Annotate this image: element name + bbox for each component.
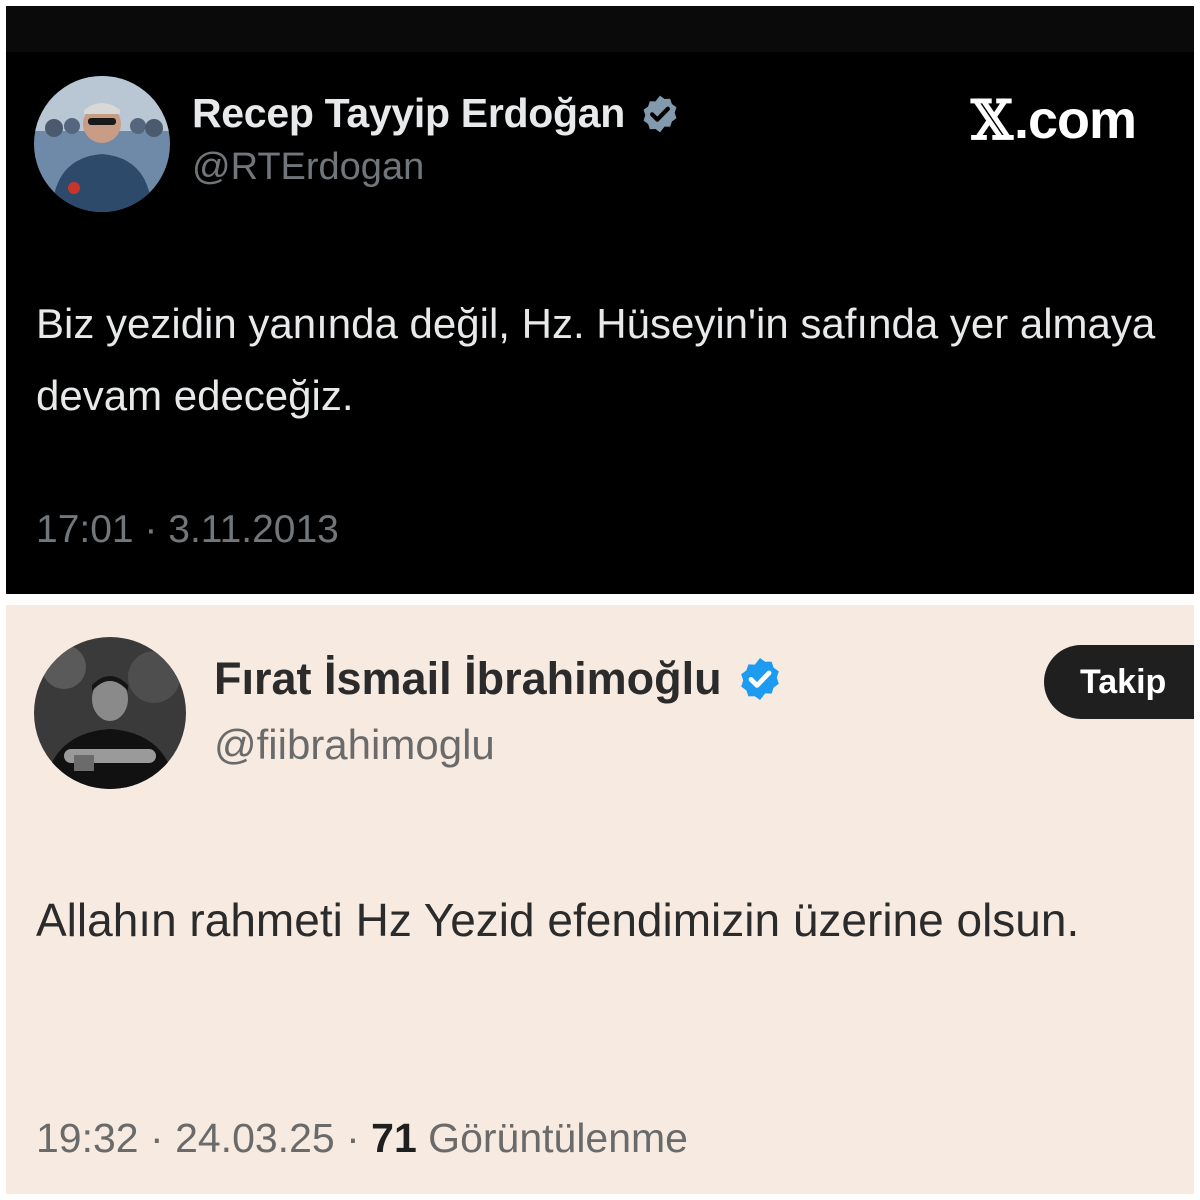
avatar[interactable] [34, 637, 186, 789]
tweet-timestamp[interactable]: 17:01 · 3.11.2013 [36, 508, 339, 552]
views-count: 71 [371, 1115, 417, 1161]
x-logo-icon: 𝕏 [971, 88, 1013, 152]
tweet-card-ibrahimoglu: Fırat İsmail İbrahimoğlu @fiibrahimoglu … [6, 605, 1194, 1194]
follow-button[interactable]: Takip [1044, 645, 1194, 719]
tweet-text: Allahın rahmeti Hz Yezid efendimizin üze… [36, 894, 1080, 946]
top-band [6, 6, 1194, 52]
separator: · [346, 1115, 360, 1161]
source-domain: .com [1013, 90, 1137, 150]
tweet-meta: 19:32 · 24.03.25 · 71 Görüntülenme [36, 1115, 688, 1162]
avatar[interactable] [34, 76, 170, 212]
author-handle[interactable]: @RTErdogan [192, 146, 424, 189]
tweet-time[interactable]: 19:32 [36, 1115, 139, 1161]
views-label: Görüntülenme [428, 1115, 688, 1161]
source-label: 𝕏 .com [971, 88, 1137, 152]
verified-badge-icon [736, 655, 784, 703]
verified-badge-icon [639, 93, 681, 135]
separator: · [150, 1115, 164, 1161]
author-name-text[interactable]: Recep Tayyip Erdoğan [192, 90, 625, 137]
tweet-card-erdogan: Recep Tayyip Erdoğan @RTErdogan 𝕏 .com B… [6, 6, 1194, 594]
author-handle[interactable]: @fiibrahimoglu [214, 721, 495, 769]
author-name[interactable]: Fırat İsmail İbrahimoğlu [214, 653, 784, 705]
tweet-date[interactable]: 24.03.25 [175, 1115, 335, 1161]
author-name[interactable]: Recep Tayyip Erdoğan [192, 90, 681, 137]
author-name-text[interactable]: Fırat İsmail İbrahimoğlu [214, 653, 722, 705]
tweet-text: Biz yezidin yanında değil, Hz. Hüseyin'i… [36, 300, 1156, 419]
